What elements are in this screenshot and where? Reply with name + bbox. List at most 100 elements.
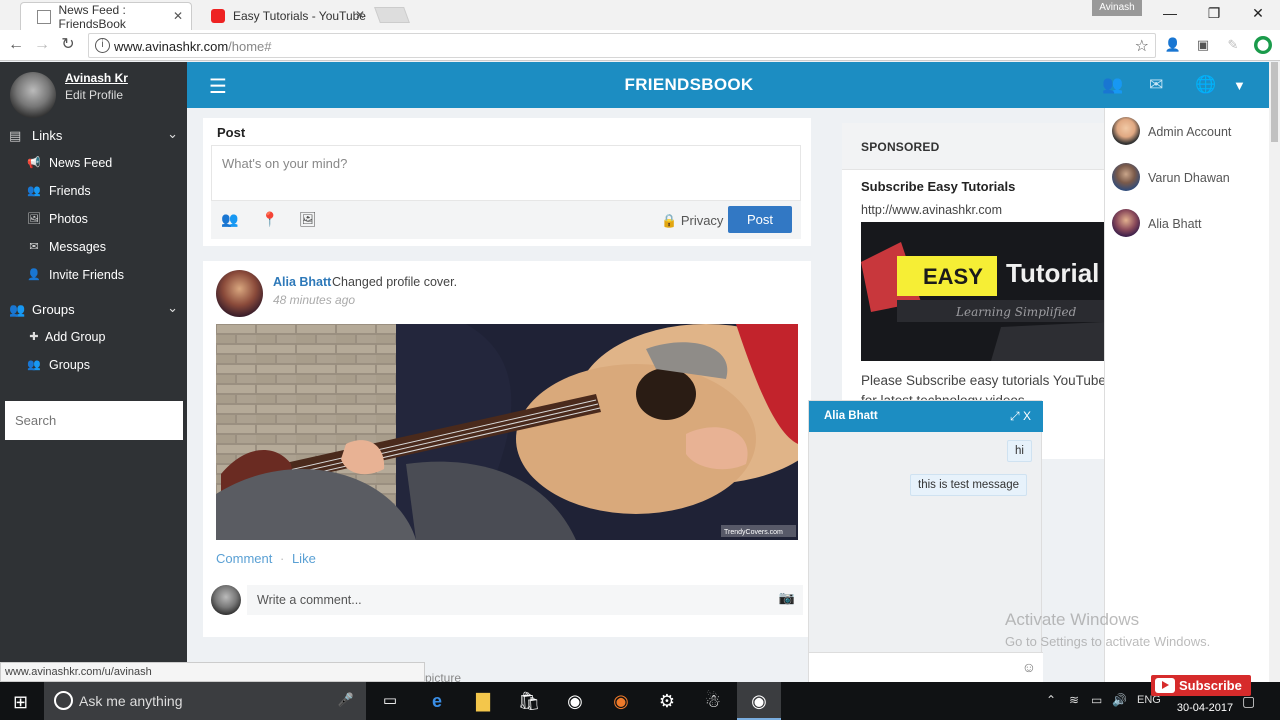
chevron-down-icon: ⌄ xyxy=(167,300,178,315)
tag-friends-icon[interactable]: 👥 xyxy=(221,211,238,228)
sidebar-item-add-group[interactable]: ✚ Add Group xyxy=(0,326,187,350)
task-view-icon[interactable]: ▭ xyxy=(368,682,412,720)
close-tab-icon[interactable]: ✕ xyxy=(355,8,365,22)
location-pin-icon[interactable]: 📍 xyxy=(261,211,278,228)
comment-link[interactable]: Comment xyxy=(216,551,272,566)
tab-youtube[interactable]: Easy Tutorials - YouTube ✕ xyxy=(195,2,373,30)
app-icon[interactable]: ⚙ xyxy=(645,682,689,720)
app-icon-2[interactable]: ☃ xyxy=(691,682,735,720)
user-plus-icon: 👤 xyxy=(27,269,41,281)
add-photo-icon[interactable]: 🖼 xyxy=(299,211,317,228)
profile-chip[interactable]: Avinash xyxy=(1092,0,1142,16)
links-icon: ▤ xyxy=(9,128,22,143)
sponsored-banner[interactable]: EASY Tutorial Learning Simplified xyxy=(861,222,1104,361)
minimize-button[interactable]: — xyxy=(1148,0,1192,26)
lock-icon: 🔒 xyxy=(661,213,678,228)
reload-button[interactable]: ↻ xyxy=(57,34,79,56)
sidebar-section-links[interactable]: ▤ Links ⌄ xyxy=(0,122,187,150)
expand-icon[interactable]: ⤢ xyxy=(1010,409,1020,423)
friends-requests-icon[interactable]: 👥 xyxy=(1102,75,1123,95)
chat-user-admin-account[interactable]: Admin Account xyxy=(1105,111,1270,151)
messages-icon[interactable]: ✉ xyxy=(1149,75,1163,95)
subscribe-badge: Subscribe xyxy=(1151,675,1251,696)
sidebar-item-friends[interactable]: 👥 Friends xyxy=(0,180,187,204)
volume-icon[interactable]: 🔊 xyxy=(1112,693,1127,707)
forward-button[interactable]: → xyxy=(31,34,53,56)
poster-avatar[interactable] xyxy=(216,270,263,317)
page-scrollbar[interactable] xyxy=(1269,62,1280,682)
sidebar-section-groups[interactable]: 👥 Groups ⌄ xyxy=(0,296,187,324)
new-tab-button[interactable] xyxy=(374,7,410,23)
url-bar[interactable]: i www.avinashkr.com/home# ☆ xyxy=(88,33,1156,58)
back-button[interactable]: ← xyxy=(5,34,27,56)
chevron-down-icon: ⌄ xyxy=(167,126,178,141)
chat-user-alia-bhatt[interactable]: Alia Bhatt xyxy=(1105,203,1270,243)
feed-photo[interactable]: TrendyCovers.com xyxy=(216,324,798,540)
extension-puzzle-icon[interactable]: ✎ xyxy=(1224,36,1242,54)
sponsored-url[interactable]: http://www.avinashkr.com xyxy=(861,203,1002,217)
tab-news-feed[interactable]: News Feed : FriendsBook ✕ xyxy=(20,2,192,31)
info-icon[interactable]: i xyxy=(95,38,110,53)
like-link[interactable]: Like xyxy=(292,551,316,566)
dropdown-caret-icon[interactable]: ▼ xyxy=(1233,78,1246,93)
extension-box-icon[interactable]: ▣ xyxy=(1194,36,1212,54)
chat-message: hi xyxy=(1007,440,1032,462)
user-avatar[interactable] xyxy=(10,72,56,118)
user-name-link[interactable]: Avinash Kr xyxy=(65,71,128,85)
admin-avatar xyxy=(1112,117,1140,145)
sidebar-search-input[interactable] xyxy=(5,401,183,440)
poster-name-link[interactable]: Alia Bhatt xyxy=(273,275,331,289)
post-button[interactable]: Post xyxy=(728,206,792,233)
close-tab-icon[interactable]: ✕ xyxy=(173,9,183,23)
comment-input[interactable]: Write a comment... xyxy=(247,585,803,615)
chrome-active-icon[interactable]: ◉ xyxy=(737,682,781,720)
restore-button[interactable]: ❐ xyxy=(1192,0,1236,26)
chat-user-varun-dhawan[interactable]: Varun Dhawan xyxy=(1105,157,1270,197)
sidebar-item-messages[interactable]: ✉ Messages xyxy=(0,236,187,260)
camera-icon[interactable]: 📷 xyxy=(779,590,795,606)
edit-profile-link[interactable]: Edit Profile xyxy=(65,88,123,102)
feed-timestamp: 48 minutes ago xyxy=(273,293,356,307)
close-window-button[interactable]: ✕ xyxy=(1236,0,1280,26)
cortana-search-box[interactable]: Ask me anything 🎤 xyxy=(44,682,366,720)
page-icon xyxy=(37,9,51,24)
youtube-icon xyxy=(211,9,225,23)
image-icon: 🖼 xyxy=(27,213,41,225)
chat-window-header[interactable]: Alia Bhatt ⤢ X xyxy=(809,401,1043,432)
banner-tutorial-text: Tutorial xyxy=(1006,258,1099,288)
composer-textarea[interactable]: What's on your mind? xyxy=(211,145,801,201)
firefox-icon[interactable]: ◉ xyxy=(599,682,643,720)
sidebar: Avinash Kr Edit Profile ▤ Links ⌄ 📢 News… xyxy=(0,62,187,682)
extension-person-icon[interactable]: 👤 xyxy=(1164,36,1182,54)
privacy-selector[interactable]: 🔒 Privacy xyxy=(661,213,723,229)
globe-notifications-icon[interactable]: 🌐 xyxy=(1195,75,1216,95)
emoji-icon[interactable]: ☺ xyxy=(1022,659,1036,675)
users-icon: 👥 xyxy=(27,359,41,371)
sidebar-item-photos[interactable]: 🖼 Photos xyxy=(0,208,187,232)
windows-start-icon[interactable]: ⊞ xyxy=(13,692,28,713)
store-icon[interactable]: 🛍 xyxy=(507,682,551,720)
wifi-icon[interactable]: ≋ xyxy=(1069,693,1079,707)
show-hidden-icons-icon[interactable]: ⌃ xyxy=(1046,693,1056,707)
windows-taskbar: ⊞ Ask me anything 🎤 ▭ e ▇ 🛍 ◉ ◉ ⚙ ☃ ◉ ⌃ … xyxy=(0,682,1280,720)
extension-green-icon[interactable]: ⬤ xyxy=(1254,36,1272,54)
chat-input[interactable]: ☺ xyxy=(809,652,1043,683)
cortana-placeholder: Ask me anything xyxy=(79,693,183,709)
close-icon[interactable]: X xyxy=(1023,409,1031,423)
battery-icon[interactable]: ▭ xyxy=(1091,693,1102,707)
separator-dot: · xyxy=(279,551,285,566)
sidebar-item-invite-friends[interactable]: 👤 Invite Friends xyxy=(0,264,187,288)
edge-icon[interactable]: e xyxy=(415,682,459,720)
scrollbar-thumb[interactable] xyxy=(1271,62,1278,142)
bookmark-star-icon[interactable]: ☆ xyxy=(1135,36,1149,56)
chrome-icon[interactable]: ◉ xyxy=(553,682,597,720)
brand-title[interactable]: FRIENDSBOOK xyxy=(187,75,1191,95)
sponsored-title[interactable]: Subscribe Easy Tutorials xyxy=(861,179,1015,194)
varun-avatar xyxy=(1112,163,1140,191)
file-explorer-icon[interactable]: ▇ xyxy=(461,682,505,720)
browser-tab-strip: News Feed : FriendsBook ✕ Easy Tutorials… xyxy=(0,0,1280,31)
sidebar-item-news-feed[interactable]: 📢 News Feed xyxy=(0,152,187,176)
guitar-photo-image: TrendyCovers.com xyxy=(216,324,798,540)
microphone-icon[interactable]: 🎤 xyxy=(338,692,354,708)
sidebar-item-groups[interactable]: 👥 Groups xyxy=(0,354,187,378)
